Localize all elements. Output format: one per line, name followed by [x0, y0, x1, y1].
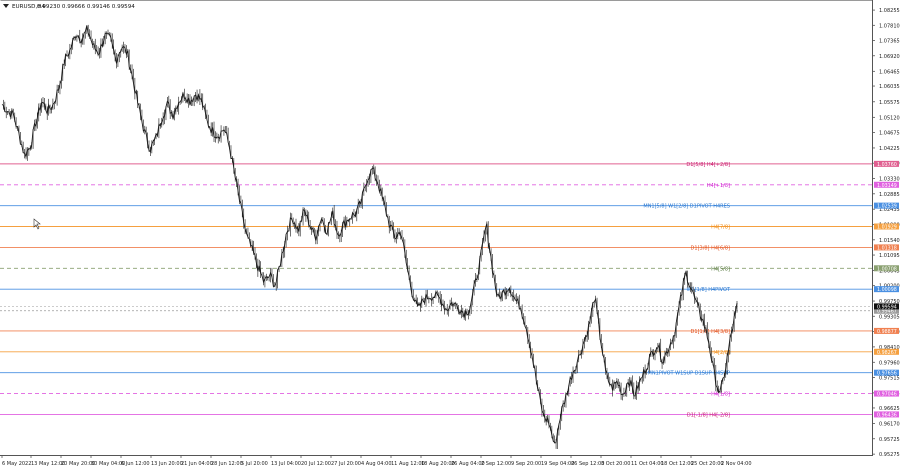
time-tick-label: 4 Aug 04:00	[361, 461, 392, 467]
price-tick-label: 1.04675	[879, 131, 900, 137]
price-tick-label: 1.02885	[879, 192, 900, 198]
price-tick-label: 1.06465	[879, 69, 900, 75]
level-label: H4[5/8]	[711, 266, 730, 272]
time-tick-label: 2 Sep 12:00	[481, 461, 511, 467]
time-tick-label: 11 Aug 12:00	[391, 461, 425, 467]
level-label: D1[-1/8] H4[-2/8]	[687, 412, 730, 418]
level-price-tag-text: 1.03149	[877, 183, 897, 189]
time-tick-label: 9 Sep 20:00	[511, 461, 541, 467]
price-tick-label: 1.07365	[879, 39, 900, 45]
time-tick-label: 6 May 2022	[2, 461, 31, 467]
price-tick-label: 1.06035	[879, 84, 900, 90]
price-tick-label: 0.96170	[879, 422, 900, 428]
level-label: D1[1/8] H4[3/8]	[691, 329, 731, 335]
time-tick-label: 25 Oct 20:00	[691, 461, 724, 467]
price-tick-label: 1.06920	[879, 54, 900, 60]
time-tick-label: 28 Jun 12:00	[211, 461, 243, 467]
price-tick-label: 1.05575	[879, 100, 900, 106]
level-label: H4[7/8]	[711, 225, 730, 231]
current-price-tag-text: 0.99594	[877, 304, 897, 310]
level-price-tag-text: 0.98267	[877, 350, 897, 356]
level-label: H4[1/8]	[711, 392, 730, 398]
level-price-tag-text: 0.98877	[877, 329, 897, 335]
level-label: MN1[5/8] W1[2/8] D1PIVOT H4RES	[643, 204, 730, 210]
ohlc-label: 0.99230 0.99666 0.99146 0.99594	[37, 4, 135, 10]
level-price-tag-text: 0.97046	[877, 392, 897, 398]
price-tick-label: 0.95725	[879, 437, 900, 443]
price-tick-label: 1.05120	[879, 115, 900, 121]
time-tick-label: 5 Jul 20:00	[241, 461, 268, 467]
time-tick-label: 13 Jul 04:00	[271, 461, 301, 467]
time-tick-label: 18 Aug 20:00	[421, 461, 455, 467]
price-tick-label: 0.99305	[879, 314, 900, 320]
chart-window[interactable]: D1[5/8] H4[+2/8] H4[+1/8] MN1[5/8] W1[2/8]…	[0, 0, 900, 468]
level-price-tag-text: 1.03760	[877, 162, 897, 168]
level-label: H4[+1/8]	[707, 183, 730, 189]
level-price-tag-text: 0.96436	[877, 412, 897, 418]
price-tick-label: 0.95275	[879, 452, 900, 458]
time-tick-label: 26 Sep 12:00	[571, 461, 604, 467]
level-price-tag-text: 0.97656	[877, 371, 897, 377]
price-tick-label: 1.04225	[879, 146, 900, 152]
level-label: MN1PIVOT W1SUP D1SUP H4SUP	[648, 371, 730, 377]
time-tick-label: 3 Oct 20:00	[601, 461, 630, 467]
price-tick-label: 0.96625	[879, 406, 900, 412]
time-tick-label: 13 Jun 20:00	[151, 461, 183, 467]
level-label: D1[3/8] H4[6/8]	[691, 245, 731, 251]
price-tick-label: 1.01095	[879, 253, 900, 259]
time-tick-label: 6 Jun 12:00	[121, 461, 150, 467]
price-tick-label: 0.97960	[879, 360, 900, 366]
level-price-tag-text: 1.00098	[877, 287, 897, 293]
time-tick-label: 26 Aug 04:00	[451, 461, 485, 467]
price-chart[interactable]: D1[5/8] H4[+2/8] H4[+1/8] MN1[5/8] W1[2/8]…	[0, 0, 900, 468]
price-tick-label: 1.07810	[879, 23, 900, 29]
time-tick-label: 27 Jul 20:00	[331, 461, 361, 467]
time-tick-label: 20 Jul 12:00	[301, 461, 331, 467]
time-tick-label: 11 Oct 04:00	[631, 461, 664, 467]
price-tick-label: 1.03330	[879, 177, 900, 183]
time-tick-label: 18 Oct 12:00	[661, 461, 694, 467]
level-label: D1[5/8] H4[+2/8]	[686, 162, 730, 168]
price-tick-label: 1.08255	[879, 8, 900, 14]
time-tick-label: 2 Nov 04:00	[721, 461, 752, 467]
level-price-tag-text: 1.00708	[877, 266, 897, 272]
level-price-tag-text: 1.01929	[877, 225, 897, 231]
price-tick-label: 1.01540	[879, 238, 900, 244]
time-tick-label: 21 Jun 04:00	[181, 461, 213, 467]
level-price-tag-text: 1.02539	[877, 204, 897, 210]
time-tick-label: 19 Sep 04:00	[541, 461, 574, 467]
level-price-tag-text: 1.01318	[877, 245, 897, 251]
